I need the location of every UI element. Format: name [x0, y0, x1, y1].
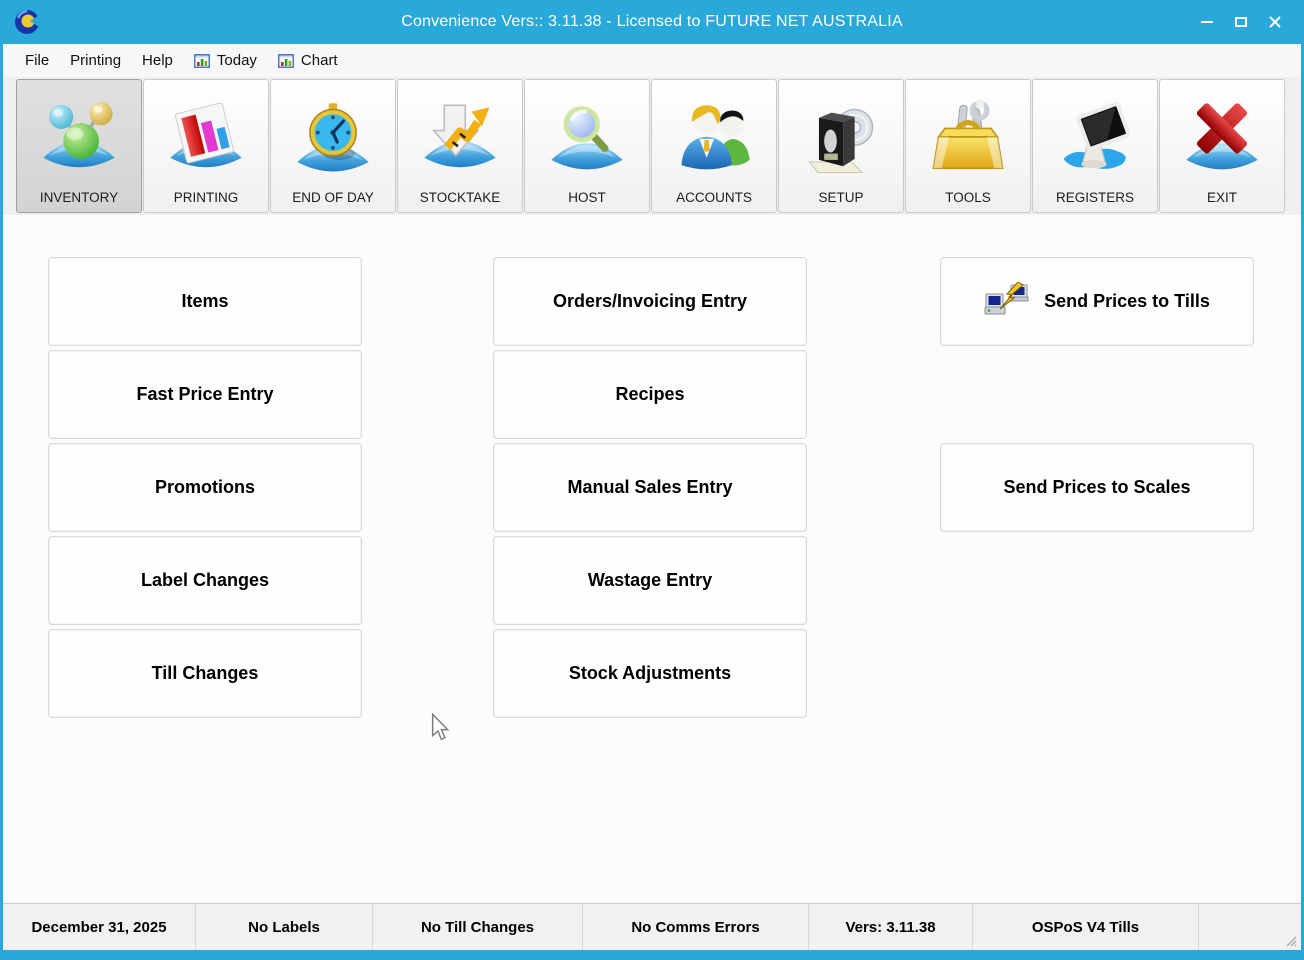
toolbar-label: INVENTORY — [40, 190, 118, 205]
toolbar-exit[interactable]: EXIT — [1159, 79, 1285, 213]
toolbar-label: REGISTERS — [1056, 190, 1134, 205]
items-button[interactable]: Items — [48, 257, 362, 346]
wastage-entry-button[interactable]: Wastage Entry — [493, 536, 807, 625]
orders-invoicing-entry-button[interactable]: Orders/Invoicing Entry — [493, 257, 807, 346]
computers-lightning-icon — [984, 282, 1030, 322]
magnifier-icon — [545, 99, 629, 183]
status-labels: No Labels — [196, 904, 373, 950]
maximize-button[interactable] — [1224, 7, 1258, 37]
menu-printing[interactable]: Printing — [70, 52, 121, 69]
fast-price-entry-button[interactable]: Fast Price Entry — [48, 350, 362, 439]
toolbar-tools[interactable]: TOOLS — [905, 79, 1031, 213]
toolbar-end-of-day[interactable]: END OF DAY — [270, 79, 396, 213]
toolbox-icon — [926, 99, 1010, 183]
status-tills-type: OSPoS V4 Tills — [973, 904, 1199, 950]
toolbar-setup[interactable]: SETUP — [778, 79, 904, 213]
minimize-icon — [1201, 21, 1213, 23]
status-till-changes: No Till Changes — [373, 904, 583, 950]
toolbar: INVENTORY PRINTING — [3, 77, 1301, 215]
manual-sales-entry-button[interactable]: Manual Sales Entry — [493, 443, 807, 532]
toolbar-label: TOOLS — [945, 190, 991, 205]
menu-file[interactable]: File — [25, 52, 49, 69]
send-prices-to-scales-button[interactable]: Send Prices to Scales — [940, 443, 1254, 532]
recipes-button[interactable]: Recipes — [493, 350, 807, 439]
stock-adjustments-button[interactable]: Stock Adjustments — [493, 629, 807, 718]
menu-chart[interactable]: Chart — [278, 52, 338, 69]
minimize-button[interactable] — [1190, 7, 1224, 37]
toolbar-label: END OF DAY — [292, 190, 374, 205]
status-version: Vers: 3.11.38 — [809, 904, 973, 950]
maximize-icon — [1235, 17, 1247, 27]
menu-today[interactable]: Today — [194, 52, 257, 69]
toolbar-registers[interactable]: REGISTERS — [1032, 79, 1158, 213]
toolbar-printing[interactable]: PRINTING — [143, 79, 269, 213]
stopwatch-icon — [291, 99, 375, 183]
app-window: Convenience Vers:: 3.11.38 - Licensed to… — [0, 0, 1304, 960]
close-icon — [1268, 15, 1282, 29]
main-area: Items Fast Price Entry Promotions Label … — [3, 215, 1301, 903]
toolbar-label: EXIT — [1207, 190, 1237, 205]
close-button[interactable] — [1258, 7, 1292, 37]
pos-terminal-icon — [1053, 99, 1137, 183]
status-bar: December 31, 2025 No Labels No Till Chan… — [3, 903, 1301, 950]
toolbar-label: SETUP — [818, 190, 863, 205]
molecule-icon — [37, 99, 121, 183]
toolbar-label: ACCOUNTS — [676, 190, 752, 205]
red-x-icon — [1180, 99, 1264, 183]
menu-bar: File Printing Help Today Chart — [3, 44, 1301, 77]
window-title: Convenience Vers:: 3.11.38 - Licensed to… — [0, 13, 1304, 31]
toolbar-label: STOCKTAKE — [420, 190, 501, 205]
bar-chart-icon — [164, 99, 248, 183]
toolbar-stocktake[interactable]: STOCKTAKE — [397, 79, 523, 213]
label-changes-button[interactable]: Label Changes — [48, 536, 362, 625]
toolbar-label: PRINTING — [174, 190, 239, 205]
people-icon — [672, 99, 756, 183]
software-box-icon — [799, 99, 883, 183]
toolbar-accounts[interactable]: ACCOUNTS — [651, 79, 777, 213]
chart-icon — [278, 54, 294, 68]
send-prices-to-tills-button[interactable]: Send Prices to Tills — [940, 257, 1254, 346]
status-comms: No Comms Errors — [583, 904, 809, 950]
chart-icon — [194, 54, 210, 68]
promotions-button[interactable]: Promotions — [48, 443, 362, 532]
resize-grip-icon[interactable] — [1283, 933, 1297, 947]
window-bottom-border — [0, 950, 1304, 960]
toolbar-label: HOST — [568, 190, 606, 205]
toolbar-host[interactable]: HOST — [524, 79, 650, 213]
status-date: December 31, 2025 — [3, 904, 196, 950]
till-changes-button[interactable]: Till Changes — [48, 629, 362, 718]
toolbar-inventory[interactable]: INVENTORY — [16, 79, 142, 213]
menu-help[interactable]: Help — [142, 52, 173, 69]
mouse-cursor-icon — [429, 713, 451, 741]
title-bar: Convenience Vers:: 3.11.38 - Licensed to… — [0, 0, 1304, 44]
arrows-icon — [418, 99, 502, 183]
